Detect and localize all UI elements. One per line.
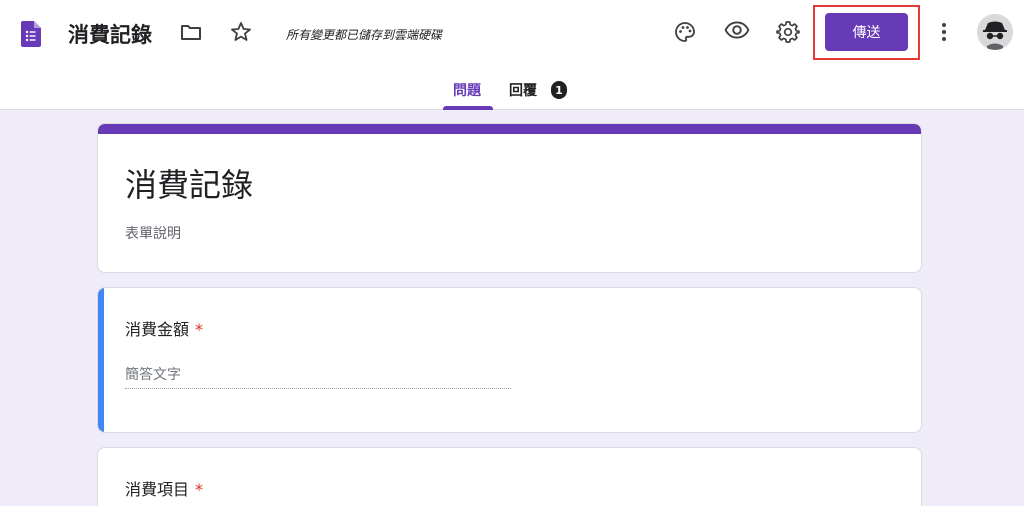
form-tabs: 問題 回覆 1 xyxy=(0,70,1024,110)
eye-icon xyxy=(724,21,750,39)
document-title[interactable]: 消費記錄 xyxy=(68,19,152,49)
more-options-button[interactable] xyxy=(928,16,960,48)
active-question-bar xyxy=(98,288,104,432)
app-header: 消費記錄 所有變更都已儲存到雲端硬碟 傳送 問題 回覆 1 xyxy=(0,0,1024,110)
star-icon xyxy=(231,22,251,41)
settings-button[interactable] xyxy=(772,16,804,48)
form-title[interactable]: 消費記錄 xyxy=(125,160,253,206)
form-description[interactable]: 表單說明 xyxy=(125,223,181,243)
save-status: 所有變更都已儲存到雲端硬碟 xyxy=(286,28,443,42)
preview-button[interactable] xyxy=(721,14,753,46)
question-title[interactable]: 消費項目 * xyxy=(125,476,203,500)
form-title-card[interactable]: 消費記錄 表單說明 xyxy=(97,123,922,273)
incognito-avatar-icon xyxy=(977,14,1013,50)
palette-icon xyxy=(675,22,695,42)
gear-icon xyxy=(776,21,800,43)
folder-icon xyxy=(181,25,201,40)
required-mark: * xyxy=(195,480,204,499)
tab-questions[interactable]: 問題 xyxy=(453,80,481,100)
answer-underline xyxy=(125,388,511,389)
forms-app-icon[interactable] xyxy=(21,21,41,47)
question-title-text: 消費金額 xyxy=(125,320,190,339)
required-mark: * xyxy=(195,320,204,339)
customize-theme-button[interactable] xyxy=(669,16,701,48)
active-tab-indicator xyxy=(443,106,493,110)
tab-responses[interactable]: 回覆 xyxy=(509,80,537,100)
title-card-accent-bar xyxy=(98,124,921,134)
account-avatar[interactable] xyxy=(977,14,1013,50)
more-vert-icon xyxy=(942,23,946,41)
question-title[interactable]: 消費金額 * xyxy=(125,316,203,340)
move-to-folder-button[interactable] xyxy=(175,16,207,48)
question-card[interactable]: 消費金額 * 簡答文字 xyxy=(97,287,922,433)
responses-count-badge: 1 xyxy=(551,81,567,99)
star-button[interactable] xyxy=(225,16,257,48)
short-answer-placeholder: 簡答文字 xyxy=(125,367,181,383)
question-title-text: 消費項目 xyxy=(125,480,190,499)
send-button[interactable]: 傳送 xyxy=(825,13,908,51)
question-card[interactable]: 消費項目 * xyxy=(97,447,922,506)
